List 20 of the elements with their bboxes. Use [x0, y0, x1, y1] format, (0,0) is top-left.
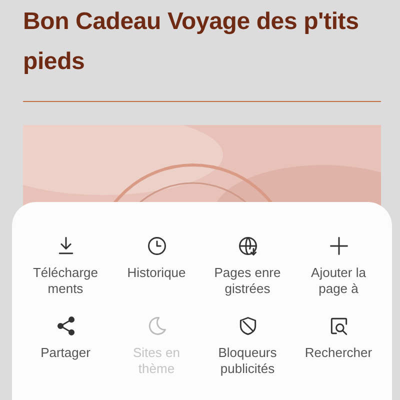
page-title: Bon Cadeau Voyage des p'tits pieds — [23, 7, 360, 77]
menu-label: Bloqueurs publicités — [218, 345, 277, 377]
menu-label: Pages enre gistrées — [214, 265, 281, 297]
menu-item[interactable]: Historique — [111, 235, 202, 297]
share-icon — [54, 315, 76, 337]
menu-label: Historique — [127, 265, 186, 281]
clock-icon — [146, 235, 168, 257]
menu-item[interactable]: Pages enre gistrées — [202, 235, 293, 297]
menu-item[interactable]: Télécharge ments — [20, 235, 111, 297]
plus-icon — [328, 235, 350, 257]
menu-label: Télécharge ments — [32, 265, 98, 297]
menu-label: Partager — [40, 345, 90, 361]
menu-item[interactable]: Partager — [20, 315, 111, 377]
menu-label: Rechercher — [304, 345, 372, 361]
menu-item[interactable]: Ajouter la page à — [293, 235, 384, 297]
globe-icon — [236, 235, 258, 257]
menu-label: Sites en thème — [133, 345, 180, 377]
menu-label: Ajouter la page à — [311, 265, 366, 297]
menu-item[interactable]: Bloqueurs publicités — [202, 315, 293, 377]
menu-item[interactable]: Rechercher — [293, 315, 384, 377]
